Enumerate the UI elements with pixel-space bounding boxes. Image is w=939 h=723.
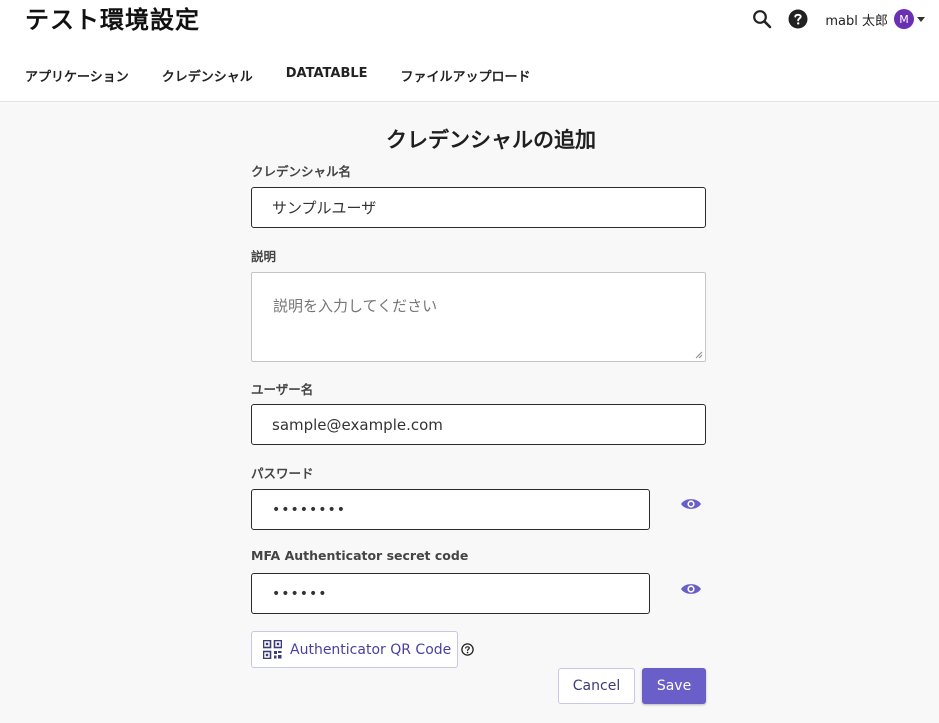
- tab-file-upload[interactable]: ファイルアップロード: [401, 66, 531, 85]
- mfa-secret-input[interactable]: ••••••: [251, 573, 650, 614]
- description-placeholder: 説明を入力してください: [273, 297, 438, 315]
- description-label: 説明: [251, 249, 277, 264]
- credential-name-input[interactable]: サンプルユーザ: [251, 187, 706, 228]
- credential-name-label: クレデンシャル名: [251, 164, 352, 179]
- tab-credentials[interactable]: クレデンシャル: [162, 66, 253, 85]
- user-menu[interactable]: mabl 太郎 M: [825, 9, 925, 29]
- description-textarea[interactable]: 説明を入力してください: [251, 272, 706, 362]
- qr-code-icon: [263, 640, 282, 659]
- cancel-button[interactable]: Cancel: [558, 668, 635, 704]
- qr-button-label: Authenticator QR Code: [290, 641, 452, 658]
- show-mfa-eye-icon[interactable]: [680, 582, 702, 596]
- username-value: sample@example.com: [272, 415, 443, 434]
- password-input[interactable]: ••••••••: [251, 489, 650, 530]
- form-title: クレデンシャルの追加: [386, 128, 596, 152]
- tab-applications[interactable]: アプリケーション: [25, 66, 129, 85]
- search-icon[interactable]: [751, 8, 773, 30]
- save-button[interactable]: Save: [642, 668, 706, 704]
- app-header: テスト環境設定 mabl 太郎 M アプリケーション クレデンシャル DATAT…: [0, 0, 939, 102]
- credential-name-value: サンプルユーザ: [272, 199, 377, 217]
- mfa-secret-value: ••••••: [272, 585, 328, 602]
- password-label: パスワード: [251, 466, 314, 481]
- qr-help-icon[interactable]: [461, 643, 474, 656]
- username-input[interactable]: sample@example.com: [251, 404, 706, 445]
- header-actions: mabl 太郎 M: [751, 8, 925, 30]
- chevron-down-icon: [917, 16, 925, 22]
- authenticator-qr-code-button[interactable]: Authenticator QR Code: [251, 631, 458, 668]
- password-value: ••••••••: [272, 501, 347, 518]
- show-password-eye-icon[interactable]: [680, 497, 702, 511]
- help-icon[interactable]: [787, 8, 809, 30]
- settings-nav: アプリケーション クレデンシャル DATATABLE ファイルアップロード: [25, 66, 564, 85]
- user-name: mabl 太郎: [825, 13, 888, 29]
- avatar: M: [894, 9, 914, 29]
- credential-form-panel: クレデンシャルの追加 クレデンシャル名 サンプルユーザ 説明 説明を入力してくだ…: [0, 102, 939, 723]
- username-label: ユーザー名: [251, 382, 314, 397]
- mfa-label: MFA Authenticator secret code: [251, 548, 469, 563]
- page-title: テスト環境設定: [25, 6, 200, 34]
- resize-handle-icon[interactable]: [695, 351, 703, 359]
- tab-datatable[interactable]: DATATABLE: [286, 66, 368, 85]
